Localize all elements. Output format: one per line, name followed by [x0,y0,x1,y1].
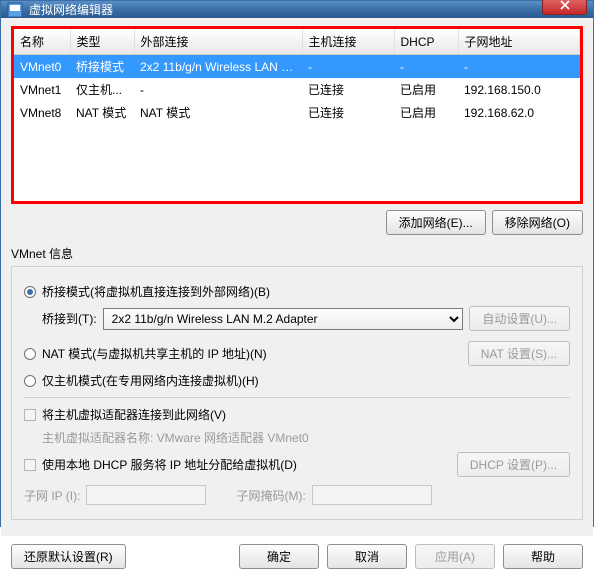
close-button[interactable] [542,0,587,15]
vmnet-info-group: 桥接模式(将虚拟机直接连接到外部网络)(B) 桥接到(T): 2x2 11b/g… [11,266,583,520]
cell-subnet: - [458,55,580,79]
dhcp-settings-button[interactable]: DHCP 设置(P)... [457,452,570,477]
use-dhcp-label: 使用本地 DHCP 服务将 IP 地址分配给虚拟机(D) [42,456,297,473]
radio-bridged-row[interactable]: 桥接模式(将虚拟机直接连接到外部网络)(B) [24,283,570,300]
nat-settings-button[interactable]: NAT 设置(S)... [468,341,570,366]
content-area: 名称 类型 外部连接 主机连接 DHCP 子网地址 VMnet0 桥接模式 2x… [1,18,593,536]
cell-type: 桥接模式 [70,55,134,79]
window-title: 虚拟网络编辑器 [29,1,542,18]
subnet-ip-label: 子网 IP (I): [24,487,80,504]
connect-host-label: 将主机虚拟适配器连接到此网络(V) [42,406,226,423]
table-row[interactable]: VMnet8 NAT 模式 NAT 模式 已连接 已启用 192.168.62.… [14,101,580,124]
titlebar: 虚拟网络编辑器 [1,1,593,18]
radio-nat-row[interactable]: NAT 模式(与虚拟机共享主机的 IP 地址)(N) NAT 设置(S)... [24,341,570,366]
add-network-button[interactable]: 添加网络(E)... [386,210,486,235]
cell-name: VMnet0 [14,55,70,79]
radio-nat-label: NAT 模式(与虚拟机共享主机的 IP 地址)(N) [42,345,267,362]
vmnet-info-label: VMnet 信息 [11,245,583,262]
col-subnet[interactable]: 子网地址 [458,29,580,55]
cell-name: VMnet8 [14,101,70,124]
cell-ext: 2x2 11b/g/n Wireless LAN M... [134,55,302,79]
network-table[interactable]: 名称 类型 外部连接 主机连接 DHCP 子网地址 VMnet0 桥接模式 2x… [11,26,583,204]
table-row[interactable]: VMnet1 仅主机... - 已连接 已启用 192.168.150.0 [14,78,580,101]
cell-ext: NAT 模式 [134,101,302,124]
cancel-button[interactable]: 取消 [327,544,407,569]
subnet-ip-field[interactable] [86,485,206,505]
use-dhcp-row[interactable]: 使用本地 DHCP 服务将 IP 地址分配给虚拟机(D) DHCP 设置(P).… [24,452,570,477]
col-host[interactable]: 主机连接 [302,29,394,55]
cell-type: NAT 模式 [70,101,134,124]
radio-bridged-label: 桥接模式(将虚拟机直接连接到外部网络)(B) [42,283,270,300]
radio-hostonly[interactable] [24,375,36,387]
help-button[interactable]: 帮助 [503,544,583,569]
cell-subnet: 192.168.150.0 [458,78,580,101]
bottom-bar: 还原默认设置(R) 确定 取消 应用(A) 帮助 [1,536,593,579]
check-connect-host[interactable] [24,409,36,421]
connect-host-row[interactable]: 将主机虚拟适配器连接到此网络(V) [24,406,570,423]
radio-nat[interactable] [24,348,36,360]
table-row[interactable]: VMnet0 桥接模式 2x2 11b/g/n Wireless LAN M..… [14,55,580,79]
cell-dhcp: 已启用 [394,101,458,124]
radio-hostonly-label: 仅主机模式(在专用网络内连接虚拟机)(H) [42,372,259,389]
network-buttons-row: 添加网络(E)... 移除网络(O) [11,204,583,245]
bridged-adapter-select[interactable]: 2x2 11b/g/n Wireless LAN M.2 Adapter [103,308,464,330]
host-adapter-name-row: 主机虚拟适配器名称: VMware 网络适配器 VMnet0 [42,429,570,446]
close-icon [560,0,570,10]
radio-hostonly-row[interactable]: 仅主机模式(在专用网络内连接虚拟机)(H) [24,372,570,389]
divider [24,397,570,398]
bridged-to-label: 桥接到(T): [42,310,97,327]
subnet-mask-label: 子网掩码(M): [236,487,305,504]
auto-settings-button[interactable]: 自动设置(U)... [469,306,570,331]
col-type[interactable]: 类型 [70,29,134,55]
cell-dhcp: - [394,55,458,79]
cell-type: 仅主机... [70,78,134,101]
cell-host: 已连接 [302,101,394,124]
ok-button[interactable]: 确定 [239,544,319,569]
check-use-dhcp[interactable] [24,459,36,471]
host-adapter-name-label: 主机虚拟适配器名称: VMware 网络适配器 VMnet0 [42,429,309,446]
cell-ext: - [134,78,302,101]
subnet-fields-row: 子网 IP (I): 子网掩码(M): [24,485,570,505]
col-external[interactable]: 外部连接 [134,29,302,55]
window-root: 虚拟网络编辑器 名称 类型 外部连接 主机连接 DHCP 子网地址 [0,0,594,527]
apply-button[interactable]: 应用(A) [415,544,495,569]
app-icon [7,2,23,18]
subnet-mask-field[interactable] [312,485,432,505]
bridged-to-row: 桥接到(T): 2x2 11b/g/n Wireless LAN M.2 Ada… [42,306,570,331]
cell-dhcp: 已启用 [394,78,458,101]
col-dhcp[interactable]: DHCP [394,29,458,55]
cell-name: VMnet1 [14,78,70,101]
table-header-row: 名称 类型 外部连接 主机连接 DHCP 子网地址 [14,29,580,55]
radio-bridged[interactable] [24,286,36,298]
cell-host: - [302,55,394,79]
remove-network-button[interactable]: 移除网络(O) [492,210,583,235]
restore-default-button[interactable]: 还原默认设置(R) [11,544,126,569]
col-name[interactable]: 名称 [14,29,70,55]
cell-subnet: 192.168.62.0 [458,101,580,124]
cell-host: 已连接 [302,78,394,101]
